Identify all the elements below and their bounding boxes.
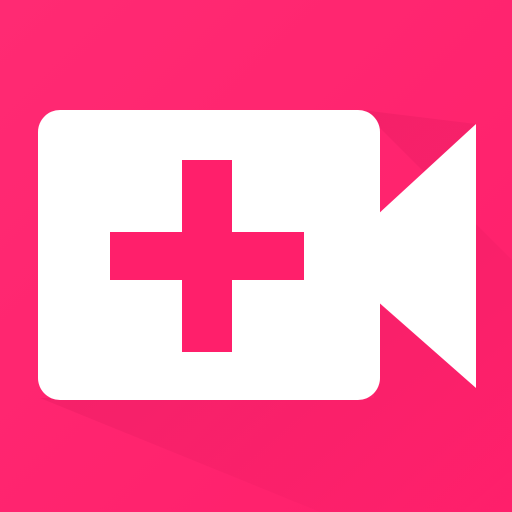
app-icon <box>0 0 512 512</box>
plus-horizontal-bar <box>110 232 304 280</box>
add-video-icon <box>0 0 512 512</box>
